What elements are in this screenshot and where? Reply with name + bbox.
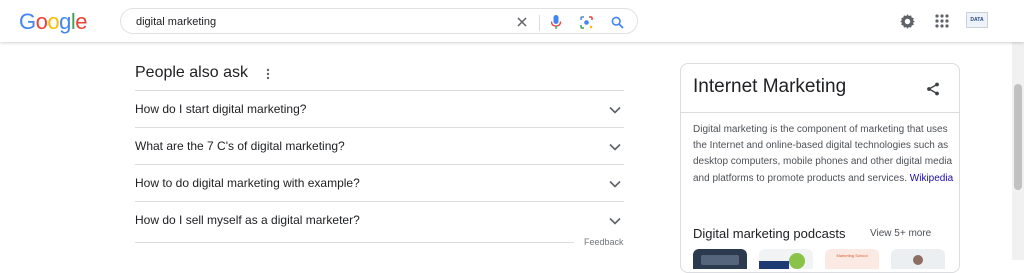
google-logo[interactable]: Google <box>19 9 88 35</box>
podcast-thumbnail[interactable] <box>693 249 747 269</box>
podcast-thumbnail-art <box>701 255 739 265</box>
chevron-down-icon <box>608 177 622 191</box>
logo-letter-g: G <box>19 9 36 34</box>
kp-divider <box>681 112 959 113</box>
share-icon[interactable] <box>924 80 942 98</box>
paa-question-text: How to do digital marketing with example… <box>135 176 360 190</box>
podcast-thumbnail-art <box>789 253 805 269</box>
logo-letter-o1: o <box>35 9 48 34</box>
paa-question[interactable]: How do I start digital marketing? <box>135 90 624 127</box>
more-vert-icon[interactable] <box>262 66 274 82</box>
search-icon[interactable] <box>609 14 625 30</box>
podcast-thumbnail[interactable] <box>891 249 945 269</box>
paa-question-text: How do I start digital marketing? <box>135 102 307 116</box>
paa-list: How do I start digital marketing? What a… <box>135 90 624 238</box>
podcast-thumbnail-art <box>759 261 789 269</box>
search-input[interactable] <box>136 13 496 30</box>
scrollbar-thumb[interactable] <box>1014 84 1022 190</box>
lens-icon[interactable] <box>578 14 594 30</box>
paa-question-text: What are the 7 C's of digital marketing? <box>135 139 345 153</box>
podcast-thumbnail-label: Marketing School <box>836 253 868 258</box>
chevron-down-icon <box>608 214 622 228</box>
paa-heading: People also ask <box>135 64 248 81</box>
paa-bottom-divider <box>135 242 574 243</box>
logo-letter-o2: o <box>47 9 60 34</box>
avatar-text: DATA <box>970 17 984 23</box>
view-more-link[interactable]: View 5+ more <box>870 228 931 239</box>
paa-question-text: How do I sell myself as a digital market… <box>135 213 360 227</box>
chevron-down-icon <box>608 140 622 154</box>
wikipedia-link[interactable]: Wikipedia <box>910 173 953 184</box>
podcast-thumbnail-art <box>913 255 923 265</box>
chevron-down-icon <box>608 103 622 117</box>
feedback-link[interactable]: Feedback <box>584 237 624 247</box>
paa-question[interactable]: What are the 7 C's of digital marketing? <box>135 127 624 164</box>
logo-letter-e: e <box>75 9 88 34</box>
paa-question[interactable]: How do I sell myself as a digital market… <box>135 201 624 238</box>
kp-title: Internet Marketing <box>693 76 847 97</box>
apps-grid-icon[interactable] <box>932 11 952 31</box>
microphone-icon[interactable] <box>548 14 564 30</box>
kp-description: Digital marketing is the component of ma… <box>693 122 955 187</box>
podcast-thumbnail[interactable] <box>759 249 813 269</box>
account-avatar[interactable]: DATA <box>966 12 988 28</box>
search-divider <box>539 15 540 31</box>
close-icon[interactable] <box>514 14 530 30</box>
gear-icon[interactable] <box>897 11 917 31</box>
page-scrollbar[interactable] <box>1012 42 1024 260</box>
podcast-thumbnail[interactable]: Marketing School <box>825 249 879 269</box>
paa-question[interactable]: How to do digital marketing with example… <box>135 164 624 201</box>
podcasts-heading: Digital marketing podcasts <box>693 226 846 241</box>
knowledge-panel: Internet Marketing Digital marketing is … <box>680 63 960 273</box>
top-bar: Google DATA <box>0 0 1024 42</box>
logo-letter-g2: g <box>59 9 71 34</box>
search-box <box>120 8 638 34</box>
